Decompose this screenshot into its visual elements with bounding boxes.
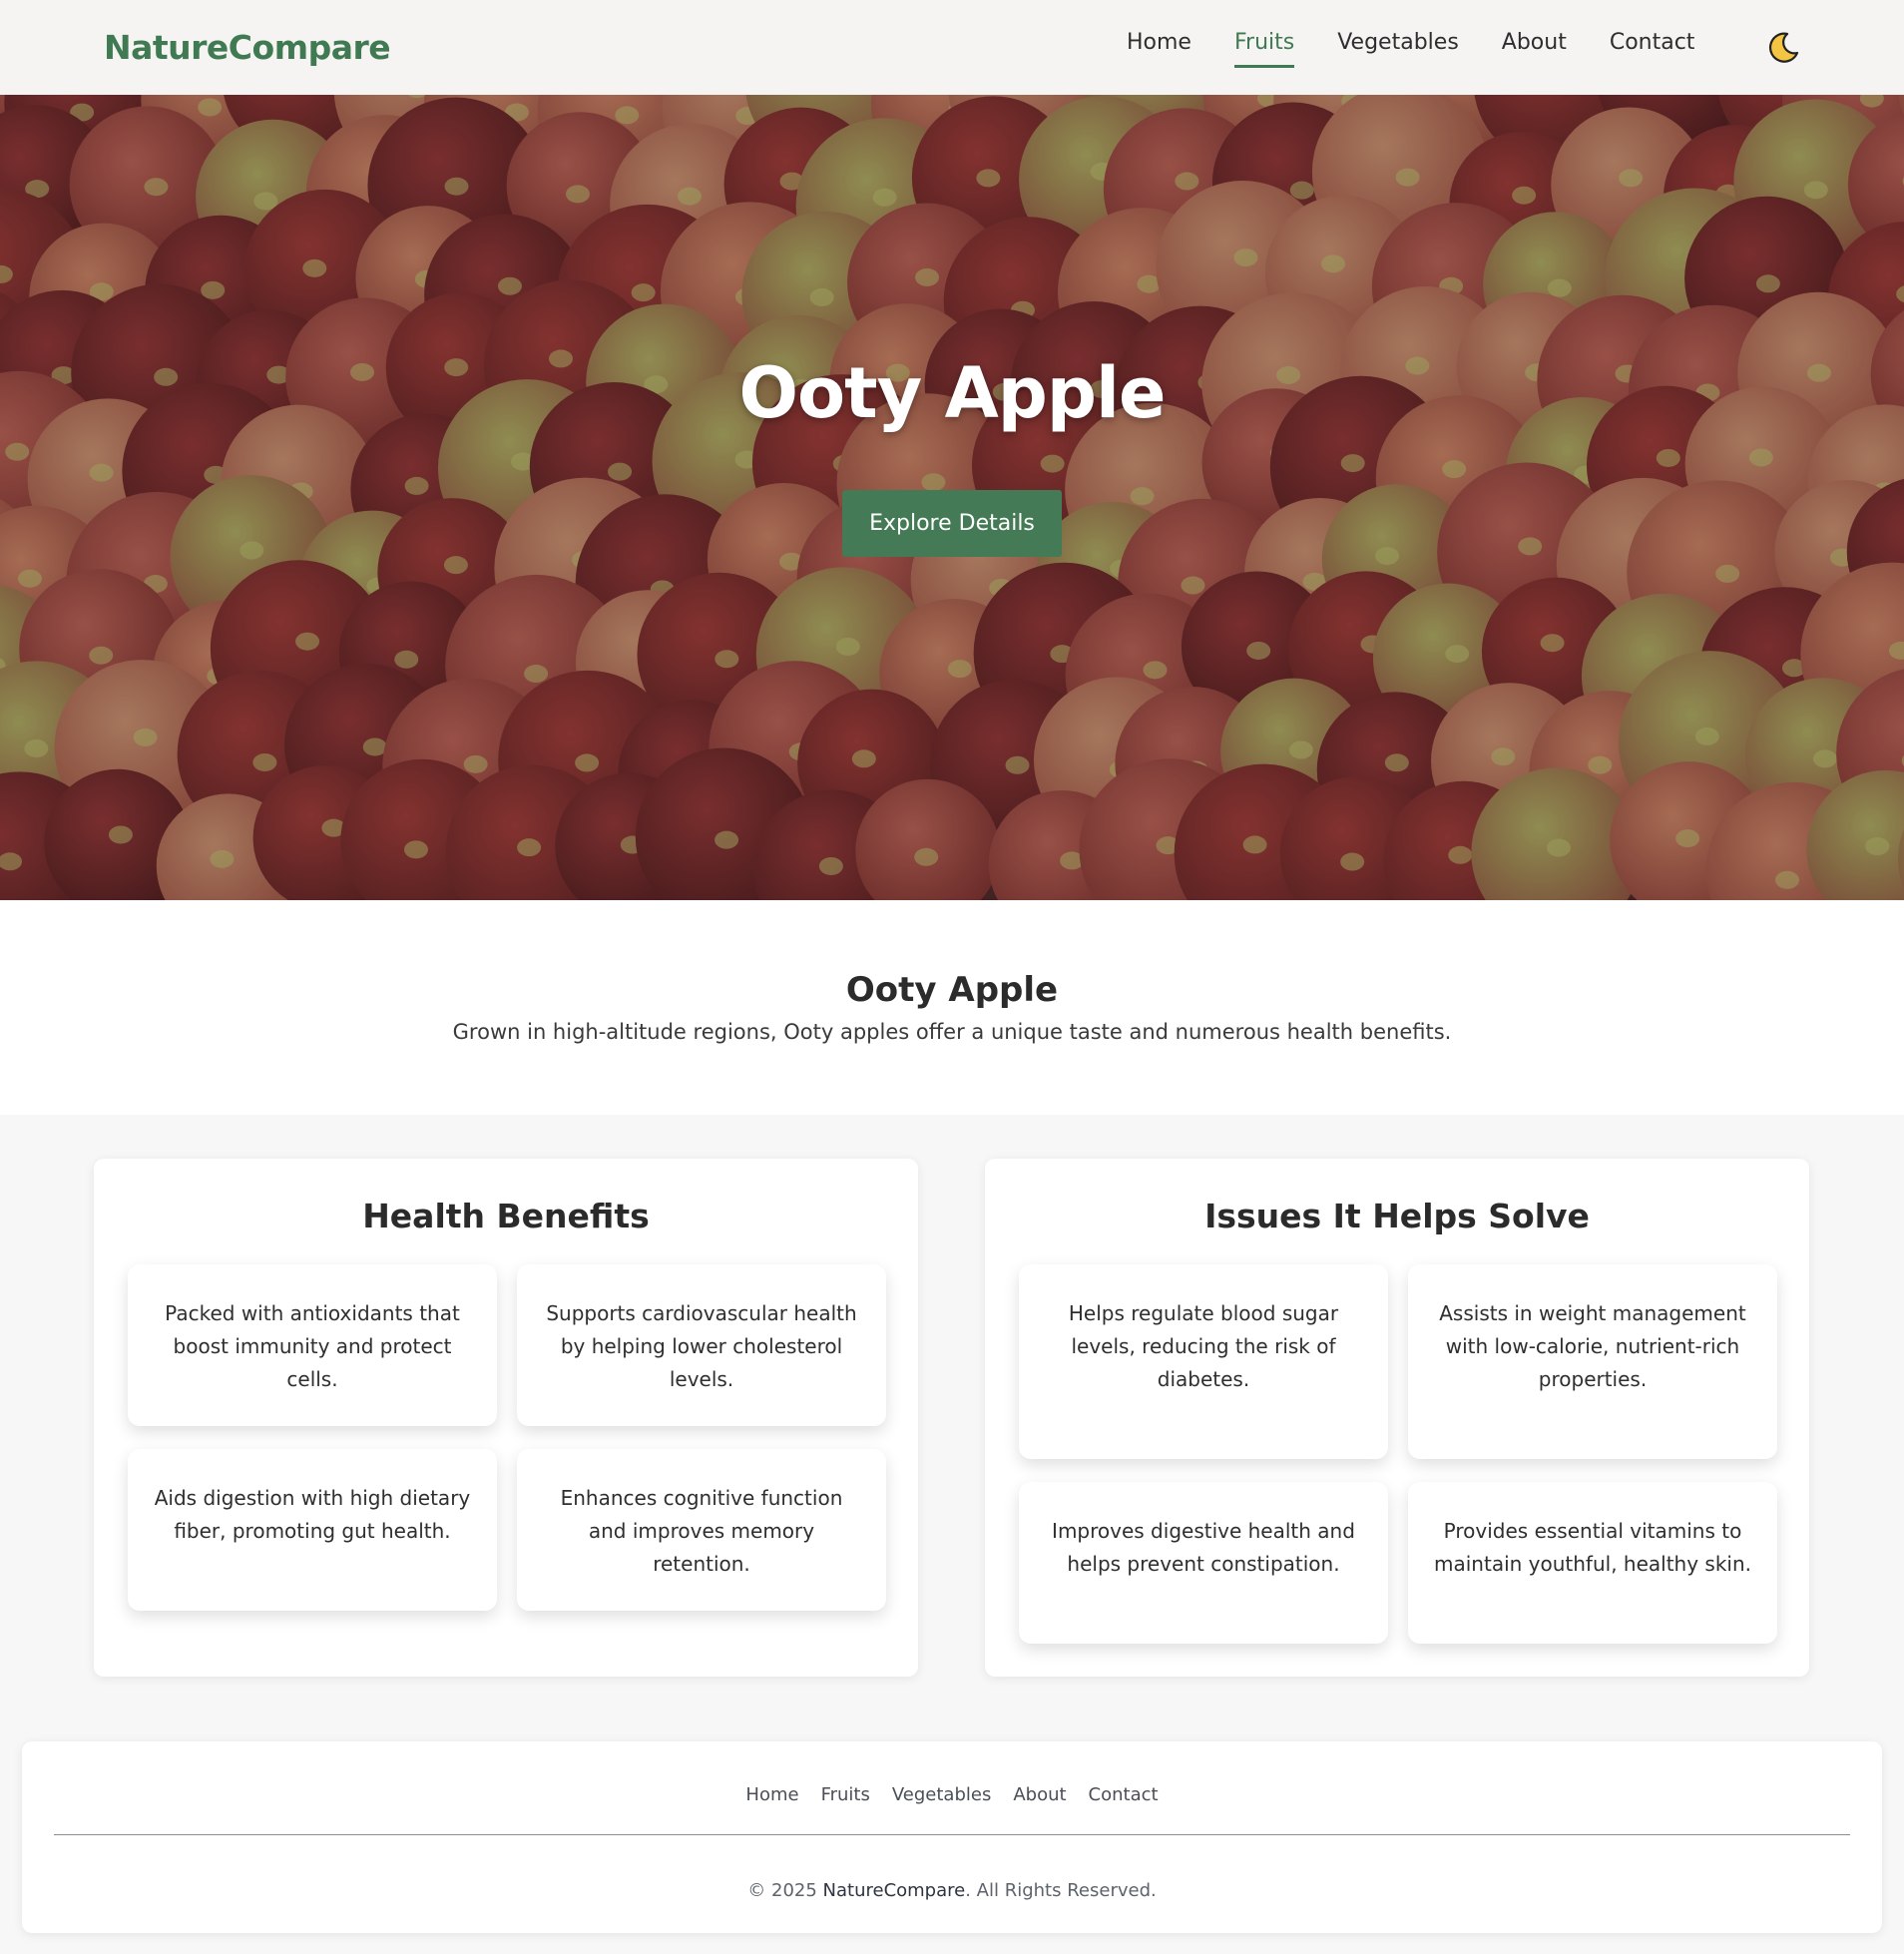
site-footer: Home Fruits Vegetables About Contact © 2…	[22, 1741, 1882, 1933]
hero-section: Ooty Apple Explore Details	[0, 95, 1904, 900]
footer-link-about[interactable]: About	[1013, 1784, 1066, 1805]
copyright-suffix: . All Rights Reserved.	[965, 1880, 1157, 1901]
copyright-text: © 2025 NatureCompare. All Rights Reserve…	[22, 1880, 1882, 1901]
issue-card: Provides essential vitamins to maintain …	[1408, 1482, 1777, 1644]
footer-divider	[54, 1834, 1850, 1835]
issue-card: Assists in weight management with low-ca…	[1408, 1264, 1777, 1459]
site-logo[interactable]: NatureCompare	[104, 28, 391, 67]
footer-link-home[interactable]: Home	[745, 1784, 798, 1805]
issues-title: Issues It Helps Solve	[1204, 1197, 1590, 1235]
copyright-brand: NatureCompare	[822, 1880, 966, 1901]
explore-details-button[interactable]: Explore Details	[842, 490, 1062, 557]
benefit-card: Enhances cognitive function and improves…	[517, 1449, 886, 1611]
nav-link-vegetables[interactable]: Vegetables	[1337, 30, 1459, 68]
issues-panel: Issues It Helps Solve Helps regulate blo…	[985, 1159, 1809, 1677]
footer-link-fruits[interactable]: Fruits	[821, 1784, 870, 1805]
health-benefits-title: Health Benefits	[362, 1197, 650, 1235]
intro-description: Grown in high-altitude regions, Ooty app…	[452, 1020, 1452, 1044]
nav-link-home[interactable]: Home	[1127, 30, 1191, 68]
issue-card: Improves digestive health and helps prev…	[1019, 1482, 1388, 1644]
benefit-card: Aids digestion with high dietary fiber, …	[128, 1449, 497, 1611]
footer-nav: Home Fruits Vegetables About Contact	[22, 1784, 1882, 1805]
site-header: NatureCompare Home Fruits Vegetables Abo…	[0, 0, 1904, 95]
issue-card: Helps regulate blood sugar levels, reduc…	[1019, 1264, 1388, 1459]
nav-link-about[interactable]: About	[1502, 30, 1567, 68]
hero-title: Ooty Apple	[738, 352, 1167, 434]
nav-link-contact[interactable]: Contact	[1610, 30, 1695, 68]
intro-title: Ooty Apple	[845, 970, 1059, 1010]
health-benefits-panel: Health Benefits Packed with antioxidants…	[94, 1159, 918, 1677]
moon-icon[interactable]	[1766, 31, 1800, 65]
main-nav: Home Fruits Vegetables About Contact	[1127, 30, 1737, 68]
nav-link-fruits[interactable]: Fruits	[1233, 30, 1295, 68]
benefit-card: Supports cardiovascular health by helpin…	[517, 1264, 886, 1426]
footer-link-contact[interactable]: Contact	[1089, 1784, 1159, 1805]
benefit-card: Packed with antioxidants that boost immu…	[128, 1264, 497, 1426]
intro-section: Ooty Apple Grown in high-altitude region…	[0, 900, 1904, 1115]
copyright-prefix: © 2025	[747, 1880, 823, 1901]
footer-link-vegetables[interactable]: Vegetables	[892, 1784, 991, 1805]
